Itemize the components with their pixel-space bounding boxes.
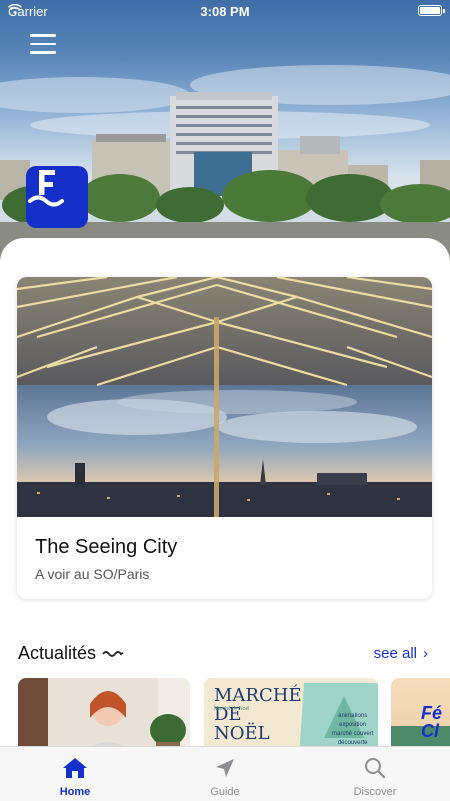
search-icon — [365, 758, 386, 779]
poster-detail-3: marché couvert — [332, 731, 374, 737]
news-card-3-text: Fé Cl — [421, 703, 443, 741]
market-poster-title: MARCHÉ DE NOËL — [214, 686, 302, 743]
app-logo — [26, 166, 88, 228]
see-all-link[interactable]: see all › — [374, 645, 428, 662]
chevron-right-icon: › — [423, 645, 428, 662]
tab-discover[interactable]: Discover — [300, 747, 450, 801]
tab-home[interactable]: Home — [0, 747, 150, 801]
featured-image — [17, 277, 432, 517]
poster-details: animations exposition marché couvert déc… — [332, 712, 373, 748]
poster-subline: Marché de Noël — [214, 706, 250, 712]
poster-line-3: NOËL — [214, 723, 270, 744]
poster-detail-1: animations — [338, 713, 368, 719]
featured-subtitle: A voir au SO/Paris — [35, 566, 150, 582]
wave-icon — [102, 650, 124, 657]
clock: 3:08 PM — [200, 4, 250, 19]
tab-guide-label: Guide — [210, 786, 240, 798]
see-all-label: see all — [373, 645, 417, 662]
news-section-title: Actualités — [18, 643, 124, 664]
hero-banner: Carrier 3:08 PM — [0, 0, 450, 262]
poster-line-1: MARCHÉ — [214, 685, 302, 706]
tab-discover-label: Discover — [353, 786, 397, 798]
tab-home-label: Home — [59, 786, 91, 798]
tab-bar: Home Guide Discover — [0, 746, 450, 801]
battery-icon — [418, 5, 445, 16]
menu-button[interactable] — [30, 34, 56, 56]
news-title-text: Actualités — [18, 643, 97, 663]
featured-card[interactable]: The Seeing City A voir au SO/Paris — [17, 277, 432, 599]
f-wave-logo-icon — [28, 170, 64, 207]
featured-title: The Seeing City — [35, 536, 178, 558]
poster-detail-2: exposition — [339, 722, 367, 728]
navigation-arrow-icon — [216, 759, 234, 777]
tab-guide[interactable]: Guide — [150, 747, 300, 801]
home-icon — [63, 758, 87, 778]
status-bar: Carrier 3:08 PM — [0, 0, 450, 24]
